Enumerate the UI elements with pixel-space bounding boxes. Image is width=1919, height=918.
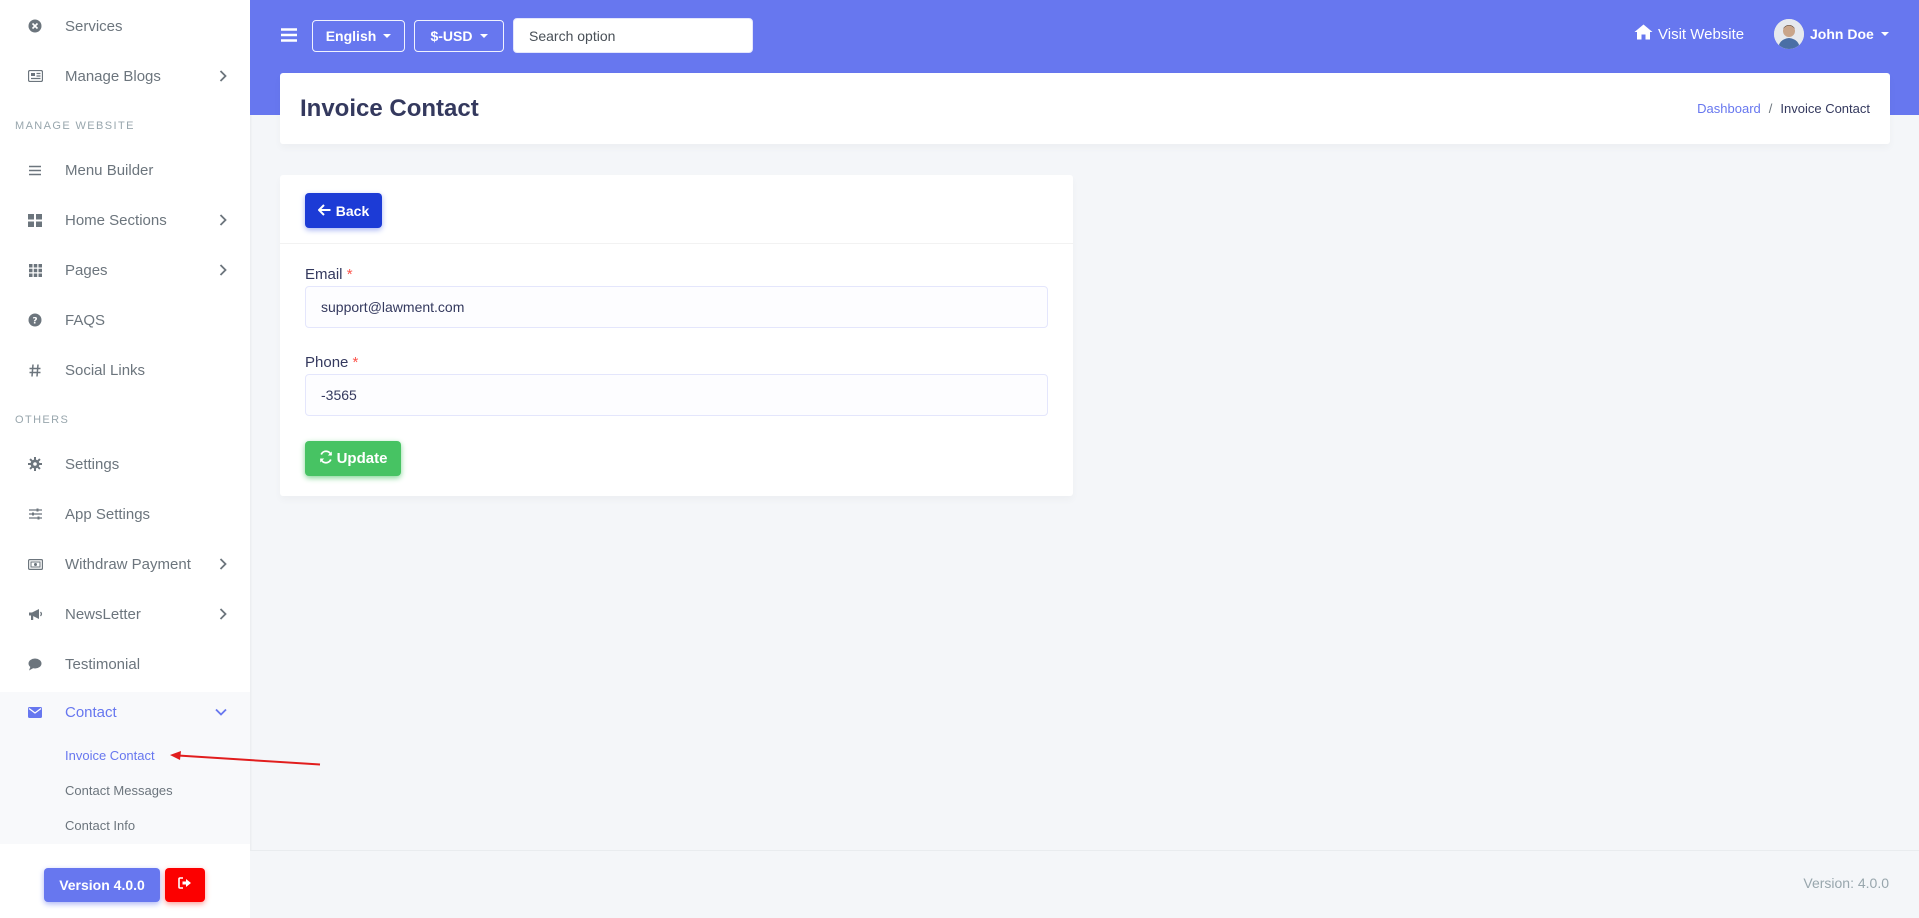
logout-button[interactable] <box>165 868 205 902</box>
section-title-manage-website: MANAGE WEBSITE <box>15 120 135 132</box>
currency-dropdown[interactable]: $-USD <box>414 20 504 52</box>
language-dropdown[interactable]: English <box>312 20 405 52</box>
search-input[interactable] <box>513 18 753 53</box>
grid-icon <box>27 212 43 228</box>
breadcrumb-separator: / <box>1768 101 1773 116</box>
sidebar-item-manage-blogs[interactable]: Manage Blogs <box>0 54 250 98</box>
sidebar-item-newsletter[interactable]: NewsLetter <box>0 592 250 636</box>
sidebar-item-label: Manage Blogs <box>65 67 161 85</box>
section-title-others: OTHERS <box>15 414 70 426</box>
sidebar-item-label: Services <box>65 17 123 35</box>
currency-label: $-USD <box>430 28 473 44</box>
sidebar-item-label: Social Links <box>65 361 146 379</box>
arrow-left-icon <box>317 203 331 219</box>
chevron-right-icon <box>218 213 228 227</box>
footer: Version: 4.0.0 <box>250 850 1919 918</box>
back-button[interactable]: Back <box>305 193 382 228</box>
card-header: Back <box>280 175 1073 244</box>
phone-label: Phone * <box>305 354 359 371</box>
sidebar-item-label: FAQS <box>65 311 106 329</box>
sidebar-item-settings[interactable]: Settings <box>0 442 250 486</box>
times-circle-icon <box>27 18 43 34</box>
sidebar-item-menu-builder[interactable]: Menu Builder <box>0 148 250 192</box>
user-name: John Doe <box>1810 26 1874 42</box>
breadcrumb-current: Invoice Contact <box>1780 101 1870 116</box>
comment-icon <box>27 656 43 672</box>
sidebar-item-label: Home Sections <box>65 211 167 229</box>
sidebar-item-social-links[interactable]: Social Links <box>0 348 250 392</box>
submenu-item-invoice-contact[interactable]: Invoice Contact <box>65 748 155 763</box>
chevron-right-icon <box>218 263 228 277</box>
sidebar-item-label: Contact <box>65 703 117 721</box>
visit-website-label: Visit Website <box>1658 25 1745 43</box>
sign-out-icon <box>178 876 192 894</box>
sidebar: Services Manage Blogs MANAGE WEBSITE Men… <box>0 0 250 918</box>
footer-version: Version: 4.0.0 <box>1803 875 1889 891</box>
section-header: Invoice Contact Dashboard / Invoice Cont… <box>280 73 1890 144</box>
caret-down-icon <box>479 34 488 38</box>
sidebar-item-label: Pages <box>65 261 108 279</box>
sidebar-item-app-settings[interactable]: App Settings <box>0 492 250 536</box>
sidebar-item-label: NewsLetter <box>65 605 141 623</box>
version-button[interactable]: Version 4.0.0 <box>44 868 160 902</box>
submenu-item-contact-info[interactable]: Contact Info <box>65 818 135 833</box>
chevron-right-icon <box>218 607 228 621</box>
submenu-item-contact-messages[interactable]: Contact Messages <box>65 783 173 798</box>
sidebar-item-label: Settings <box>65 455 120 473</box>
required-mark: * <box>352 354 359 371</box>
svg-text:?: ? <box>32 317 37 327</box>
caret-down-icon <box>383 34 392 38</box>
user-menu[interactable]: John Doe <box>1774 18 1889 50</box>
sidebar-item-home-sections[interactable]: Home Sections <box>0 198 250 242</box>
chevron-right-icon <box>218 69 228 83</box>
sidebar-item-testimonial[interactable]: Testimonial <box>0 642 250 686</box>
hashtag-icon <box>27 362 43 378</box>
envelope-icon <box>27 704 43 720</box>
chevron-right-icon <box>218 557 228 571</box>
th-icon <box>27 262 43 278</box>
breadcrumb: Dashboard / Invoice Contact <box>1697 101 1870 116</box>
contact-submenu: Invoice Contact Contact Messages Contact… <box>0 732 250 844</box>
sidebar-item-services[interactable]: Services <box>0 4 250 48</box>
caret-down-icon <box>1880 32 1889 36</box>
back-label: Back <box>335 202 370 219</box>
breadcrumb-dashboard-link[interactable]: Dashboard <box>1697 101 1761 116</box>
sidebar-item-pages[interactable]: Pages <box>0 248 250 292</box>
sidebar-item-faqs[interactable]: ? FAQS <box>0 298 250 342</box>
required-mark: * <box>346 266 353 283</box>
money-icon <box>27 556 43 572</box>
sidebar-item-label: Testimonial <box>65 655 141 673</box>
update-label: Update <box>336 450 388 467</box>
phone-field[interactable] <box>305 374 1048 416</box>
sliders-icon <box>27 506 43 522</box>
language-label: English <box>325 28 377 44</box>
bars-icon <box>27 162 43 178</box>
sidebar-item-contact[interactable]: Contact <box>0 692 250 732</box>
avatar <box>1774 19 1804 49</box>
invoice-contact-form-card: Back Email * Phone * Update <box>280 175 1073 496</box>
sidebar-item-label: Withdraw Payment <box>65 555 191 573</box>
visit-website-link[interactable]: Visit Website <box>1634 22 1744 46</box>
email-field[interactable] <box>305 286 1048 328</box>
newspaper-icon <box>27 68 43 84</box>
sidebar-item-label: App Settings <box>65 505 151 523</box>
bullhorn-icon <box>27 606 43 622</box>
email-label: Email * <box>305 266 353 283</box>
chevron-down-icon <box>214 705 228 719</box>
cog-icon <box>27 456 43 472</box>
hamburger-menu-icon[interactable] <box>280 26 298 44</box>
question-circle-icon: ? <box>27 312 43 328</box>
page-title: Invoice Contact <box>300 95 479 122</box>
refresh-icon <box>319 449 333 468</box>
sidebar-item-label: Menu Builder <box>65 161 154 179</box>
home-icon <box>1634 24 1653 44</box>
update-button[interactable]: Update <box>305 441 401 476</box>
sidebar-item-withdraw-payment[interactable]: Withdraw Payment <box>0 542 250 586</box>
